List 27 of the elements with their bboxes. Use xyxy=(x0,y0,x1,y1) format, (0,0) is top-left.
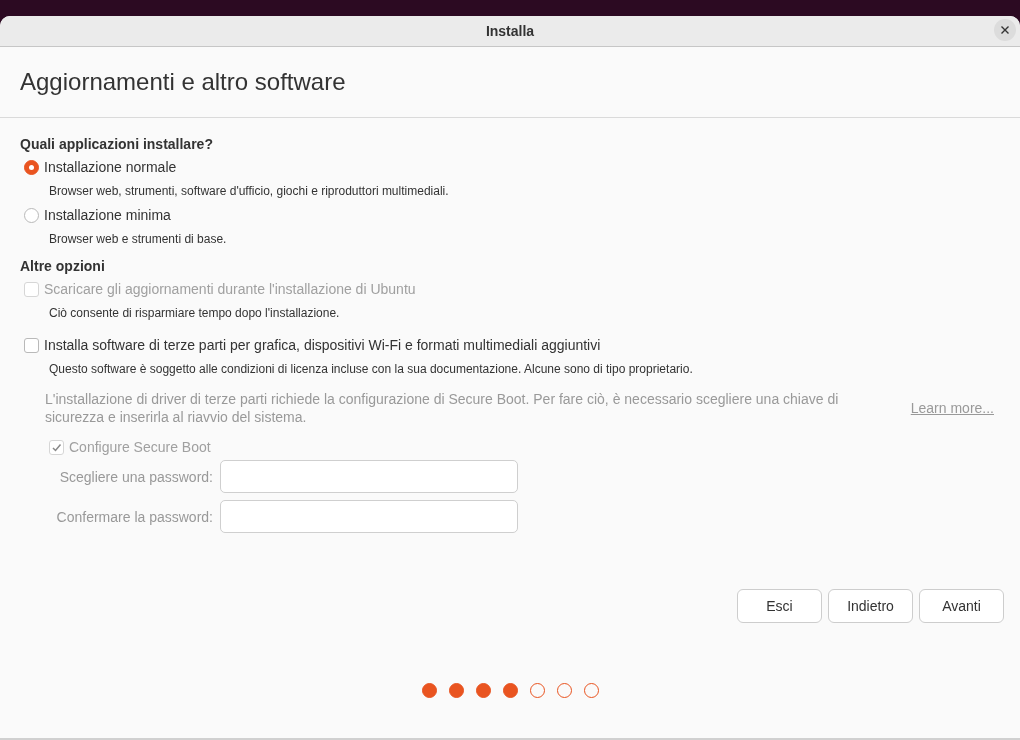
field-label: Confermare la password: xyxy=(55,508,213,525)
option-label: Installazione normale xyxy=(44,159,177,175)
page-title: Aggiornamenti e altro software xyxy=(20,68,346,96)
secure-boot-note: L'installazione di driver di terze parti richiede la configurazione di Secure Boot. Per fare ciò, è necessario scegliere una chiave di sicurezza e inserirla al riavvio del sistema. xyxy=(45,390,840,426)
radio-button[interactable] xyxy=(24,159,39,175)
nav-button[interactable]: Indietro xyxy=(828,589,913,623)
option-label: Installa software di terze parti per grafica, dispositivi Wi-Fi e formati multimediali aggiuntivi xyxy=(44,337,601,353)
option-label: Configure Secure Boot xyxy=(69,439,211,455)
section-heading: Altre opzioni xyxy=(20,258,106,275)
checkmark-icon xyxy=(51,441,62,453)
option-description: Browser web, strumenti, software d'ufficio, giochi e riproduttori multimediali. xyxy=(49,184,450,200)
option-description: Browser web e strumenti di base. xyxy=(49,232,228,248)
radio-button[interactable] xyxy=(24,207,39,223)
window-title: Installa xyxy=(485,23,535,39)
option-label: Installazione minima xyxy=(44,207,171,223)
nav-button[interactable]: Avanti xyxy=(919,589,1004,623)
close-button[interactable] xyxy=(994,19,1016,41)
checkbox[interactable] xyxy=(24,337,39,353)
option-description: Questo software è soggetto alle condizioni di licenza incluse con la sua documentazione. Alcune sono di tipo proprietario. xyxy=(49,362,694,378)
section-heading: Quali applicazioni installare? xyxy=(20,136,214,153)
nav-button[interactable]: Esci xyxy=(737,589,822,623)
password-field[interactable] xyxy=(220,460,518,493)
close-icon xyxy=(1001,26,1009,34)
field-label: Scegliere una password: xyxy=(58,468,213,485)
password-field[interactable] xyxy=(220,500,518,533)
option-description: Ciò consente di risparmiare tempo dopo l'installazione. xyxy=(49,306,341,322)
option-label: Scaricare gli aggiornamenti durante l'installazione di Ubuntu xyxy=(44,281,416,297)
